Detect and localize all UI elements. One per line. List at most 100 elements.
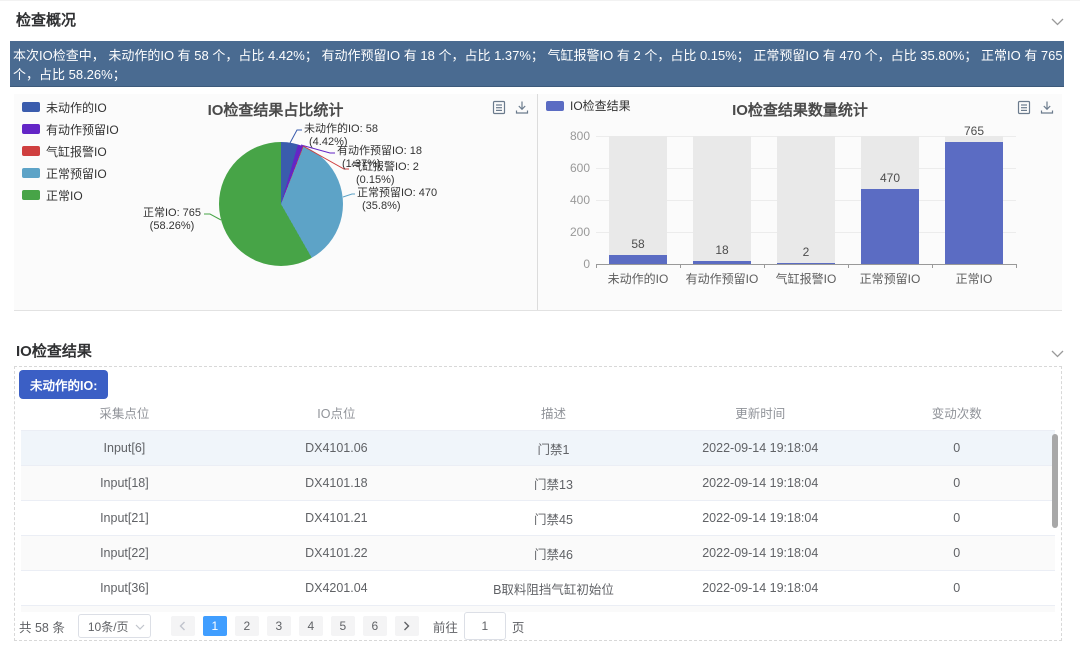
table-cell: 0	[859, 476, 1055, 490]
table-cell: DX4201.04	[228, 581, 445, 595]
next-page-button[interactable]	[395, 616, 419, 636]
chevron-right-icon	[403, 621, 410, 631]
x-axis-category-label: 正常IO	[932, 270, 1016, 287]
page-button-1[interactable]: 1	[203, 616, 227, 636]
bar	[693, 261, 751, 264]
legend-item[interactable]: 有动作预留IO	[22, 118, 119, 140]
y-axis-tick-label: 600	[556, 161, 590, 175]
goto-page: 前往 页	[433, 612, 525, 640]
table-cell: DX4101.21	[228, 511, 445, 525]
x-axis-tick	[932, 264, 933, 268]
table-header-cell: 更新时间	[662, 403, 858, 422]
table-row: Input[6]DX4101.06门禁12022-09-14 19:18:040	[21, 431, 1055, 466]
table-scrollbar-thumb[interactable]	[1052, 434, 1058, 528]
overview-section-title: 检查概况	[16, 9, 76, 30]
legend-label: 正常预留IO	[46, 165, 107, 182]
table-header-row: 采集点位IO点位描述更新时间变动次数	[21, 394, 1055, 431]
y-axis-tick-label: 0	[556, 257, 590, 271]
y-axis-tick-label: 400	[556, 193, 590, 207]
page-button-5[interactable]: 5	[331, 616, 355, 636]
table-cell: DX4101.18	[228, 476, 445, 490]
pie-toolbox	[492, 100, 529, 120]
table-cell: 0	[859, 511, 1055, 525]
legend-label: 气缸报警IO	[46, 143, 107, 160]
pie-chart-panel: 未动作的IO有动作预留IO气缸报警IO正常预留IO正常IO IO检查结果占比统计	[14, 94, 538, 310]
table-header-cell: 描述	[445, 403, 662, 422]
data-view-icon[interactable]	[492, 100, 506, 120]
overview-collapse-chevron-icon[interactable]	[1051, 13, 1064, 31]
x-axis-tick	[1016, 264, 1017, 268]
pie-chart	[219, 142, 343, 266]
table-cell: 门禁45	[445, 509, 662, 528]
page-button-4[interactable]: 4	[299, 616, 323, 636]
table-row: Input[22]DX4101.22门禁462022-09-14 19:18:0…	[21, 536, 1055, 571]
bar	[945, 142, 1003, 264]
x-axis-category-label: 未动作的IO	[596, 270, 680, 287]
bar-value-label: 470	[848, 171, 932, 185]
pie-chart-title: IO检查结果占比统计	[14, 99, 537, 120]
bar-slot: 2	[764, 136, 848, 264]
results-section-title: IO检查结果	[16, 340, 92, 361]
legend-swatch	[22, 190, 40, 200]
chevron-left-icon	[179, 621, 186, 631]
x-axis-tick	[764, 264, 765, 268]
table-row: Input[21]DX4101.21门禁452022-09-14 19:18:0…	[21, 501, 1055, 536]
legend-item[interactable]: 正常预留IO	[22, 162, 119, 184]
table-cell: 2022-09-14 19:18:04	[662, 581, 858, 595]
bar-slot: 18	[680, 136, 764, 264]
legend-swatch	[22, 146, 40, 156]
page-button-3[interactable]: 3	[267, 616, 291, 636]
table-row: Input[36]DX4201.04B取料阻挡气缸初始位2022-09-14 1…	[21, 571, 1055, 606]
table-cell: 2022-09-14 19:18:04	[662, 476, 858, 490]
table-cell: B取料阻挡气缸初始位	[445, 579, 662, 598]
page-button-6[interactable]: 6	[363, 616, 387, 636]
table-cell: 门禁13	[445, 474, 662, 493]
chevron-down-icon	[135, 624, 145, 630]
bar-slot: 58	[596, 136, 680, 264]
legend-label: 有动作预留IO	[46, 121, 119, 138]
table-cell: DX4101.22	[228, 546, 445, 560]
pie-callout: 正常IO: 765 (58.26%)	[142, 207, 202, 233]
table-cell: Input[36]	[21, 581, 228, 595]
legend-swatch	[22, 124, 40, 134]
dashboard-page: 检查概况 本次IO检查中， 未动作的IO 有 58 个，占比 4.42%； 有动…	[0, 0, 1080, 647]
summary-text: 本次IO检查中， 未动作的IO 有 58 个，占比 4.42%； 有动作预留IO…	[13, 45, 1064, 83]
table-cell: 0	[859, 546, 1055, 560]
x-axis-category-label: 正常预留IO	[848, 270, 932, 287]
bar-plot-area: 020040060080058182470765	[596, 136, 1016, 265]
bar	[777, 263, 835, 264]
goto-page-input[interactable]	[464, 612, 506, 640]
x-axis-tick	[848, 264, 849, 268]
pagination-total: 共 58 条	[19, 617, 65, 636]
results-collapse-chevron-icon[interactable]	[1051, 345, 1064, 363]
table-header-cell: 变动次数	[859, 403, 1055, 422]
x-axis-tick	[680, 264, 681, 268]
charts-row: 未动作的IO有动作预留IO气缸报警IO正常预留IO正常IO IO检查结果占比统计	[14, 94, 1062, 311]
table-row: Input[18]DX4101.18门禁132022-09-14 19:18:0…	[21, 466, 1055, 501]
bar-value-label: 18	[680, 243, 764, 257]
table-header-cell: IO点位	[228, 403, 445, 422]
table-cell: Input[22]	[21, 546, 228, 560]
legend-label: 正常IO	[46, 187, 83, 204]
legend-item[interactable]: 气缸报警IO	[22, 140, 119, 162]
legend-swatch	[22, 168, 40, 178]
bar	[609, 255, 667, 264]
page-size-select[interactable]: 10条/页	[78, 614, 151, 638]
table-cell: 0	[859, 441, 1055, 455]
bar-slot: 765	[932, 136, 1016, 264]
pie-callout: 气缸报警IO: 2 (0.15%)	[351, 161, 419, 187]
download-image-icon[interactable]	[1040, 100, 1054, 120]
x-axis-category-label: 有动作预留IO	[680, 270, 764, 287]
results-box: 未动作的IO: 采集点位IO点位描述更新时间变动次数Input[6]DX4101…	[14, 366, 1062, 641]
x-axis-tick	[596, 264, 597, 268]
page-button-2[interactable]: 2	[235, 616, 259, 636]
table-cell: 2022-09-14 19:18:04	[662, 511, 858, 525]
bar-chart-title: IO检查结果数量统计	[538, 99, 1062, 120]
page-number-buttons: 123456	[199, 616, 391, 636]
prev-page-button[interactable]	[171, 616, 195, 636]
summary-banner: 本次IO检查中， 未动作的IO 有 58 个，占比 4.42%； 有动作预留IO…	[10, 41, 1064, 87]
legend-item[interactable]: 正常IO	[22, 184, 119, 206]
data-view-icon[interactable]	[1017, 100, 1031, 120]
table-header-cell: 采集点位	[21, 403, 228, 422]
download-image-icon[interactable]	[515, 100, 529, 120]
